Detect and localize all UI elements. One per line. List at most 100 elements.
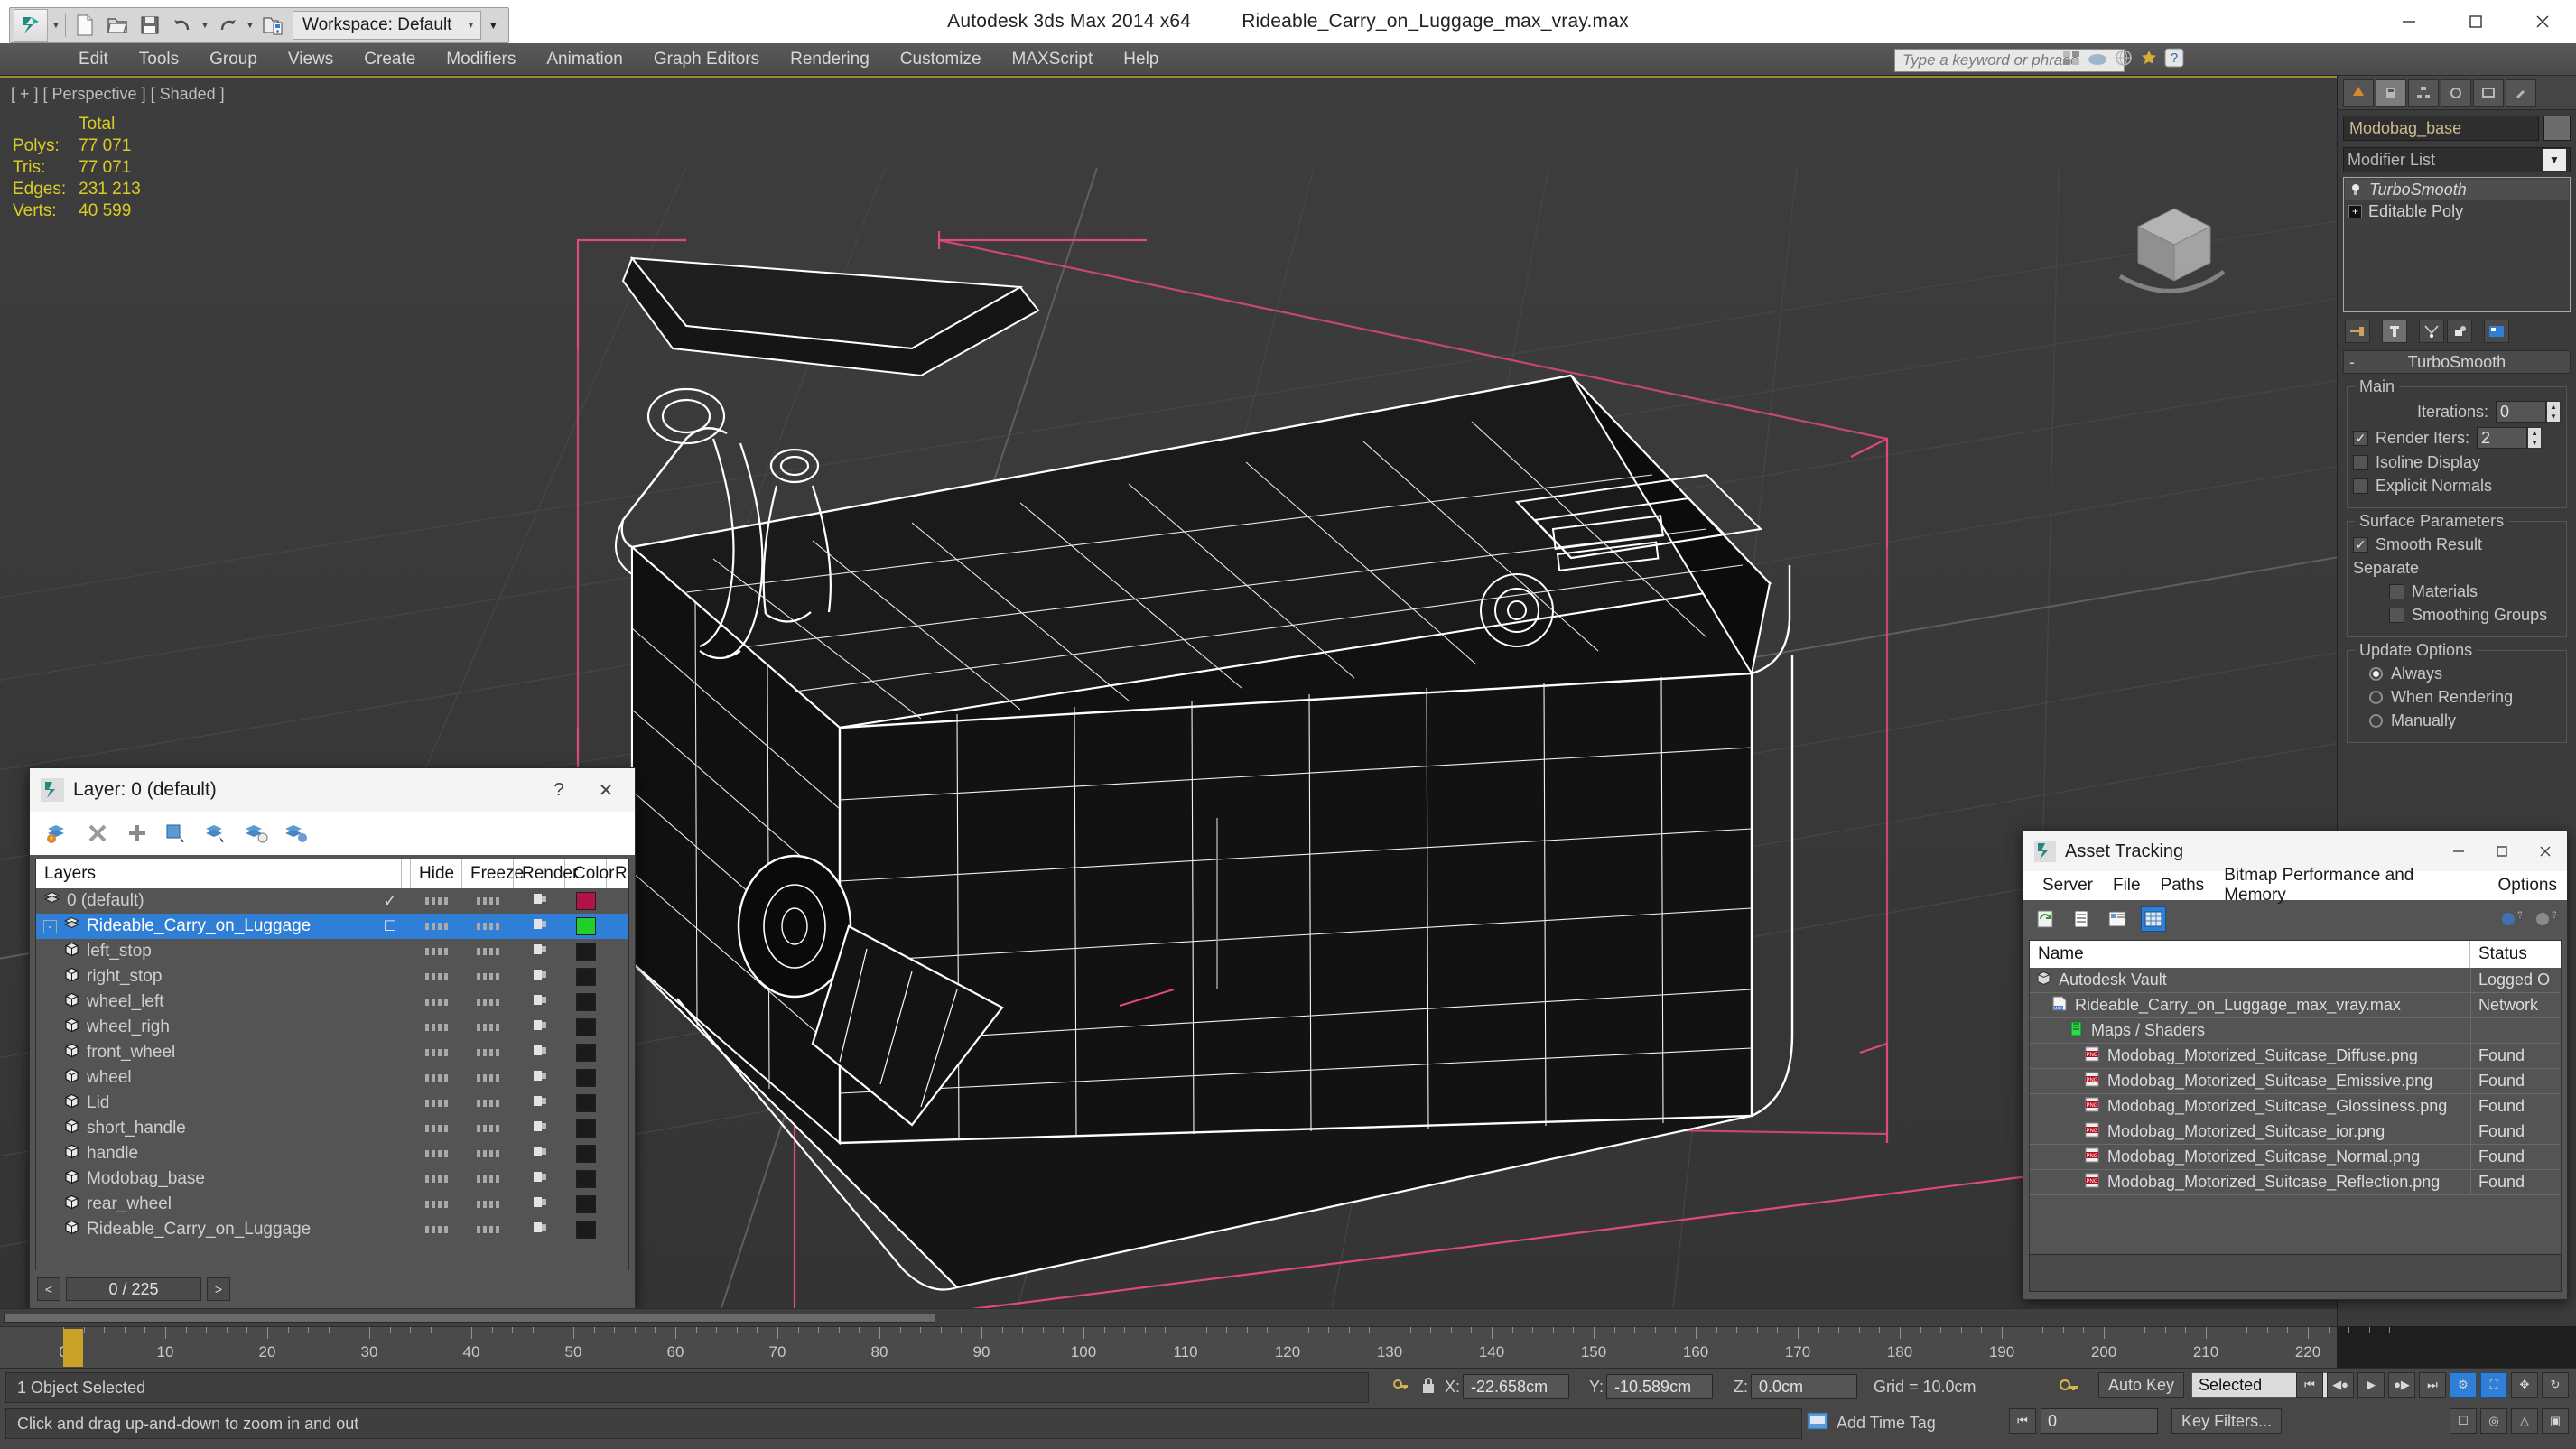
asset-name-cell[interactable]: Autodesk Vault: [2030, 970, 2470, 991]
hide-cell[interactable]: [411, 1024, 462, 1031]
render-toggle-icon[interactable]: [531, 890, 549, 912]
tab-motion[interactable]: [2441, 79, 2471, 107]
color-cell[interactable]: [565, 1195, 607, 1213]
update-option-always[interactable]: Always: [2353, 664, 2561, 683]
add-selection-icon[interactable]: [124, 820, 151, 847]
iterations-spinner[interactable]: 0 ▲ ▼: [2496, 401, 2561, 423]
layer-prev-button[interactable]: <: [37, 1277, 60, 1301]
freeze-cell[interactable]: [462, 1049, 514, 1056]
menu-item-help[interactable]: Help: [1108, 46, 1174, 73]
hide-toggle-icon[interactable]: [424, 1049, 449, 1056]
asset-name-cell[interactable]: PNG Modobag_Motorized_Suitcase_Normal.png: [2030, 1147, 2470, 1168]
menu-item-rendering[interactable]: Rendering: [775, 46, 885, 73]
hide-cell[interactable]: [411, 948, 462, 955]
render-cell[interactable]: [514, 991, 565, 1013]
freeze-toggle-icon[interactable]: [476, 1175, 500, 1183]
freeze-cell[interactable]: [462, 1150, 514, 1157]
delete-layer-icon[interactable]: [84, 820, 111, 847]
layer-name-cell[interactable]: rear_wheel: [36, 1194, 369, 1216]
freeze-toggle-icon[interactable]: [476, 1201, 500, 1208]
add-time-tag-label[interactable]: Add Time Tag: [1837, 1414, 1936, 1433]
select-objects-in-layer-icon[interactable]: [163, 820, 191, 847]
explicit-normals-checkbox[interactable]: [2353, 478, 2368, 494]
layer-color-swatch[interactable]: [576, 1145, 596, 1163]
render-toggle-icon[interactable]: [531, 1067, 549, 1089]
freeze-toggle-icon[interactable]: [476, 999, 500, 1006]
menu-item-create[interactable]: Create: [349, 46, 431, 73]
create-new-layer-icon[interactable]: *: [44, 820, 71, 847]
smooth-result-row[interactable]: ✓ Smooth Result: [2353, 535, 2561, 554]
layer-name-cell[interactable]: wheel_righ: [36, 1017, 369, 1039]
layer-row[interactable]: wheel_righ: [36, 1015, 628, 1040]
asset-row[interactable]: PNG Modobag_Motorized_Suitcase_Emissive.p…: [2030, 1069, 2561, 1094]
freeze-toggle-icon[interactable]: [476, 1125, 500, 1132]
column-freeze[interactable]: Freeze: [462, 859, 524, 888]
render-toggle-icon[interactable]: [531, 1118, 549, 1139]
hide-cell[interactable]: [411, 1150, 462, 1157]
render-toggle-icon[interactable]: [531, 1194, 549, 1215]
radio-when-rendering-icon[interactable]: [2369, 691, 2383, 704]
asset-row[interactable]: PNG Modobag_Motorized_Suitcase_Reflection…: [2030, 1170, 2561, 1195]
layer-name-cell[interactable]: - Rideable_Carry_on_Luggage: [36, 915, 369, 938]
asset-name-cell[interactable]: PNG Modobag_Motorized_Suitcase_Reflection…: [2030, 1172, 2470, 1194]
smoothing-groups-checkbox[interactable]: [2389, 608, 2404, 623]
layer-color-swatch[interactable]: [576, 1094, 596, 1112]
asset-row[interactable]: PNG Modobag_Motorized_Suitcase_Glossiness…: [2030, 1094, 2561, 1119]
freeze-toggle-icon[interactable]: [476, 1150, 500, 1157]
hide-cell[interactable]: [411, 923, 462, 930]
layer-row[interactable]: Modobag_base: [36, 1166, 628, 1192]
maximize-viewport-button[interactable]: ▣: [2542, 1408, 2569, 1434]
workspace-chevron-icon[interactable]: ▼: [466, 21, 475, 31]
auto-key-button[interactable]: Auto Key: [2098, 1372, 2185, 1398]
asset-name-cell[interactable]: PNG Modobag_Motorized_Suitcase_Diffuse.pn…: [2030, 1045, 2470, 1067]
time-configuration-button[interactable]: ⚙: [2450, 1372, 2477, 1398]
asset-rows-container[interactable]: Autodesk Vault Logged O MAX Rideable_Carry_…: [2030, 968, 2561, 1195]
render-cell[interactable]: [514, 1194, 565, 1215]
asset-menu-bitmap-performance[interactable]: Bitmap Performance and Memory: [2214, 864, 2488, 907]
pin-stack-icon[interactable]: [2345, 320, 2370, 343]
layer-dialog[interactable]: Layer: 0 (default) ? ✕ * Layers Hide Fre…: [29, 767, 636, 1309]
key-prev-button[interactable]: ⏮: [2009, 1408, 2036, 1434]
layer-row[interactable]: 0 (default) ✓: [36, 888, 628, 914]
explicit-normals-row[interactable]: Explicit Normals: [2353, 477, 2561, 496]
menu-item-modifiers[interactable]: Modifiers: [431, 46, 531, 73]
color-cell[interactable]: [565, 1018, 607, 1036]
layer-color-swatch[interactable]: [576, 1170, 596, 1188]
layer-name-cell[interactable]: right_stop: [36, 966, 369, 989]
key-filters-button[interactable]: Key Filters...: [2171, 1408, 2283, 1434]
hide-cell[interactable]: [411, 1201, 462, 1208]
layer-name-cell[interactable]: Modobag_base: [36, 1168, 369, 1191]
zoom-region-button[interactable]: ☐: [2450, 1408, 2477, 1434]
menu-item-views[interactable]: Views: [273, 46, 349, 73]
tab-display[interactable]: [2473, 79, 2504, 107]
asset-menu-options[interactable]: Options: [2488, 874, 2567, 897]
qat-overflow-icon[interactable]: ▼: [481, 9, 505, 42]
color-cell[interactable]: [565, 1221, 607, 1239]
go-to-start-button[interactable]: ⏮: [2296, 1372, 2323, 1398]
menu-item-tools[interactable]: Tools: [124, 46, 194, 73]
render-toggle-icon[interactable]: [531, 966, 549, 988]
modifier-stack[interactable]: TurboSmooth + Editable Poly: [2343, 177, 2571, 312]
render-cell[interactable]: [514, 1042, 565, 1064]
minimize-button[interactable]: [2376, 0, 2442, 43]
chevron-down-icon[interactable]: ▼: [2543, 149, 2566, 171]
color-cell[interactable]: [565, 917, 607, 935]
freeze-cell[interactable]: [462, 948, 514, 955]
freeze-cell[interactable]: [462, 1024, 514, 1031]
z-field[interactable]: 0.0cm: [1751, 1374, 1857, 1399]
asset-row[interactable]: PNG Modobag_Motorized_Suitcase_Normal.png…: [2030, 1145, 2561, 1170]
hide-toggle-icon[interactable]: [424, 1175, 449, 1183]
isoline-display-checkbox[interactable]: [2353, 455, 2368, 470]
asset-row[interactable]: Maps / Shaders: [2030, 1018, 2561, 1044]
layer-row[interactable]: front_wheel: [36, 1040, 628, 1065]
layer-color-swatch[interactable]: [576, 892, 596, 910]
hide-cell[interactable]: [411, 1175, 462, 1183]
freeze-toggle-icon[interactable]: [476, 1049, 500, 1056]
render-toggle-icon[interactable]: [531, 1092, 549, 1114]
hide-cell[interactable]: [411, 1049, 462, 1056]
redo-dropdown-icon[interactable]: ▼: [244, 21, 256, 31]
help-question-icon[interactable]: ?: [2533, 906, 2558, 932]
smoothing-groups-row[interactable]: Smoothing Groups: [2353, 606, 2561, 625]
hide-toggle-icon[interactable]: [424, 1024, 449, 1031]
asset-grid[interactable]: Name Status Autodesk Vault Logged O MAX Rid…: [2029, 940, 2562, 1256]
